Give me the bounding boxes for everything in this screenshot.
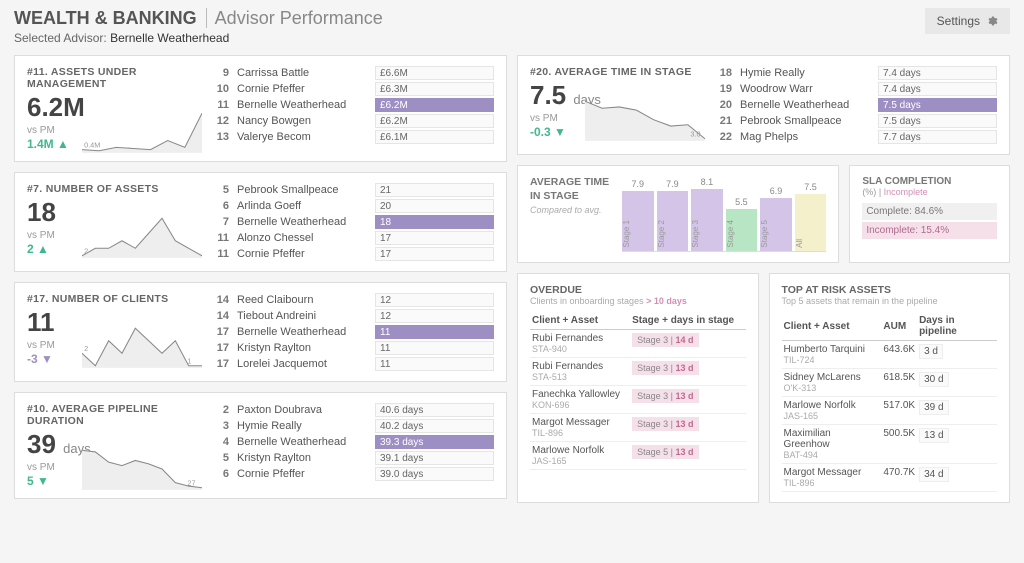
kpi-aum: #11. ASSETS UNDER MANAGEMENT6.2Mvs PM1.4… <box>14 55 507 162</box>
rank-row[interactable]: 11Bernelle Weatherhead£6.2M <box>211 98 494 112</box>
selected-advisor: Selected Advisor: Bernelle Weatherhead <box>14 31 383 45</box>
svg-text:27: 27 <box>187 479 195 488</box>
col-stage-days: Stage + days in stage <box>630 312 745 330</box>
table-row[interactable]: Margot MessagerTIL-896Stage 3 | 13 d <box>530 414 746 442</box>
col-days: Days in pipeline <box>917 312 997 341</box>
sla-legend: (%) | Incomplete <box>862 187 997 197</box>
stage-badge: Stage 5 | 13 d <box>632 445 698 459</box>
rank-row[interactable]: 6Cornie Pfeffer39.0 days <box>211 467 494 481</box>
kpi-avg-stage: #20. AVERAGE TIME IN STAGE7.5 daysvs PM-… <box>517 55 1010 155</box>
rank-row[interactable]: 10Cornie Pfeffer£6.3M <box>211 82 494 96</box>
table-row[interactable]: Marlowe NorfolkJAS-165517.0K39 d <box>782 397 998 425</box>
rank-row[interactable]: 18Hymie Really7.4 days <box>714 66 997 80</box>
kpi-label: #7. NUMBER OF ASSETS <box>27 183 197 195</box>
rank-row[interactable]: 19Woodrow Warr7.4 days <box>714 82 997 96</box>
svg-text:0.4M: 0.4M <box>84 141 100 150</box>
svg-text:2: 2 <box>84 344 88 353</box>
stage-bar[interactable]: 7.5All <box>795 182 827 251</box>
stage-bar[interactable]: 7.9Stage 2 <box>657 179 689 251</box>
rank-row[interactable]: 14Reed Claibourn12 <box>211 293 494 307</box>
rank-row[interactable]: 20Bernelle Weatherhead7.5 days <box>714 98 997 112</box>
sla-card: SLA COMPLETION (%) | Incomplete Complete… <box>849 165 1010 263</box>
rank-row[interactable]: 3Hymie Really40.2 days <box>211 419 494 433</box>
stage-badge: Stage 3 | 13 d <box>632 361 698 375</box>
rank-list: 14Reed Claibourn12 14Tiebout Andreini12 17… <box>211 293 494 371</box>
stage-badge: Stage 3 | 14 d <box>632 333 698 347</box>
rank-row[interactable]: 4Bernelle Weatherhead39.3 days <box>211 435 494 449</box>
sla-title: SLA COMPLETION <box>862 176 997 187</box>
at-risk-subtitle: Top 5 assets that remain in the pipeline <box>782 296 998 306</box>
rank-row[interactable]: 11Alonzo Chessel17 <box>211 231 494 245</box>
page-header: WEALTH & BANKING Advisor Performance Sel… <box>14 8 1010 45</box>
col-client-asset: Client + Asset <box>782 312 882 341</box>
stage-chart-title: AVERAGE TIME IN STAGE <box>530 176 612 203</box>
svg-text:2: 2 <box>84 247 88 256</box>
rank-row[interactable]: 5Kristyn Raylton39.1 days <box>211 451 494 465</box>
table-row[interactable]: Sidney McLarensO'K-313618.5K30 d <box>782 369 998 397</box>
settings-button[interactable]: Settings <box>925 8 1010 34</box>
overdue-table: Client + Asset Stage + days in stage Rub… <box>530 312 746 470</box>
rank-list: 18Hymie Really7.4 days 19Woodrow Warr7.4 … <box>714 66 997 144</box>
rank-row[interactable]: 5Pebrook Smallpeace21 <box>211 183 494 197</box>
rank-row[interactable]: 17Bernelle Weatherhead11 <box>211 325 494 339</box>
overdue-subtitle: Clients in onboarding stages > 10 days <box>530 296 746 306</box>
rank-row[interactable]: 22Mag Phelps7.7 days <box>714 130 997 144</box>
rank-list: 2Paxton Doubrava40.6 days 3Hymie Really40… <box>211 403 494 481</box>
col-client-asset: Client + Asset <box>530 312 630 330</box>
rank-row[interactable]: 14Tiebout Andreini12 <box>211 309 494 323</box>
table-row[interactable]: Marlowe NorfolkJAS-165Stage 5 | 13 d <box>530 442 746 470</box>
kpi-label: #11. ASSETS UNDER MANAGEMENT <box>27 66 197 90</box>
stage-chart: AVERAGE TIME IN STAGE Compared to avg. 7… <box>517 165 839 263</box>
kpi-label: #20. AVERAGE TIME IN STAGE <box>530 66 700 78</box>
rank-row[interactable]: 11Cornie Pfeffer17 <box>211 247 494 261</box>
rank-row[interactable]: 17Lorelei Jacquemot11 <box>211 357 494 371</box>
sla-incomplete: Incomplete: 15.4% <box>862 222 997 239</box>
stage-badge: Stage 3 | 13 d <box>632 417 698 431</box>
rank-row[interactable]: 2Paxton Doubrava40.6 days <box>211 403 494 417</box>
overdue-card: OVERDUE Clients in onboarding stages > 1… <box>517 273 759 503</box>
at-risk-table: Client + Asset AUM Days in pipeline Humb… <box>782 312 998 492</box>
stage-chart-subtitle: Compared to avg. <box>530 205 612 215</box>
stage-badge: Stage 3 | 13 d <box>632 389 698 403</box>
kpi-label: #10. AVERAGE PIPELINE DURATION <box>27 403 197 427</box>
table-row[interactable]: Rubi FernandesSTA-513Stage 3 | 13 d <box>530 358 746 386</box>
rank-row[interactable]: 21Pebrook Smallpeace7.5 days <box>714 114 997 128</box>
at-risk-card: TOP AT RISK ASSETS Top 5 assets that rem… <box>769 273 1011 503</box>
rank-row[interactable]: 7Bernelle Weatherhead18 <box>211 215 494 229</box>
rank-row[interactable]: 9Carrissa Battle£6.6M <box>211 66 494 80</box>
table-row[interactable]: Fanechka YallowleyKON-696Stage 3 | 13 d <box>530 386 746 414</box>
table-row[interactable]: Margot MessagerTIL-896470.7K34 d <box>782 464 998 492</box>
gear-icon <box>986 15 998 27</box>
rank-row[interactable]: 12Nancy Bowgen£6.2M <box>211 114 494 128</box>
svg-text:3.6M: 3.6M <box>187 111 202 113</box>
svg-text:49: 49 <box>84 448 92 450</box>
kpi-pipeline: #10. AVERAGE PIPELINE DURATION39 daysvs … <box>14 392 507 499</box>
kpi-assets: #7. NUMBER OF ASSETS18vs PM2 ▲25Pebrook … <box>14 172 507 272</box>
rank-row[interactable]: 6Arlinda Goeff20 <box>211 199 494 213</box>
stage-bar[interactable]: 6.9Stage 5 <box>760 186 792 251</box>
rank-row[interactable]: 13Valerye Becom£6.1M <box>211 130 494 144</box>
stage-bar[interactable]: 7.9Stage 1 <box>622 179 654 251</box>
stage-bar[interactable]: 5.5Stage 4 <box>726 197 758 251</box>
col-aum: AUM <box>881 312 917 341</box>
svg-text:1: 1 <box>187 357 191 366</box>
kpi-clients: #17. NUMBER OF CLIENTS11vs PM-3 ▼2114Ree… <box>14 282 507 382</box>
stage-bar[interactable]: 8.1Stage 3 <box>691 177 723 251</box>
svg-text:3.0: 3.0 <box>690 130 700 139</box>
overdue-title: OVERDUE <box>530 284 746 296</box>
sla-complete: Complete: 84.6% <box>862 203 997 220</box>
at-risk-title: TOP AT RISK ASSETS <box>782 284 998 296</box>
rank-list: 5Pebrook Smallpeace21 6Arlinda Goeff20 7Be… <box>211 183 494 261</box>
page-title: WEALTH & BANKING Advisor Performance <box>14 8 383 29</box>
kpi-label: #17. NUMBER OF CLIENTS <box>27 293 197 305</box>
rank-list: 9Carrissa Battle£6.6M 10Cornie Pfeffer£6.… <box>211 66 494 144</box>
table-row[interactable]: Rubi FernandesSTA-940Stage 3 | 14 d <box>530 330 746 358</box>
rank-row[interactable]: 17Kristyn Raylton11 <box>211 341 494 355</box>
table-row[interactable]: Humberto TarquiniTIL-724643.6K3 d <box>782 341 998 369</box>
svg-text:8.9: 8.9 <box>587 99 597 101</box>
table-row[interactable]: Maximilian GreenhowBAT-494500.5K13 d <box>782 425 998 464</box>
